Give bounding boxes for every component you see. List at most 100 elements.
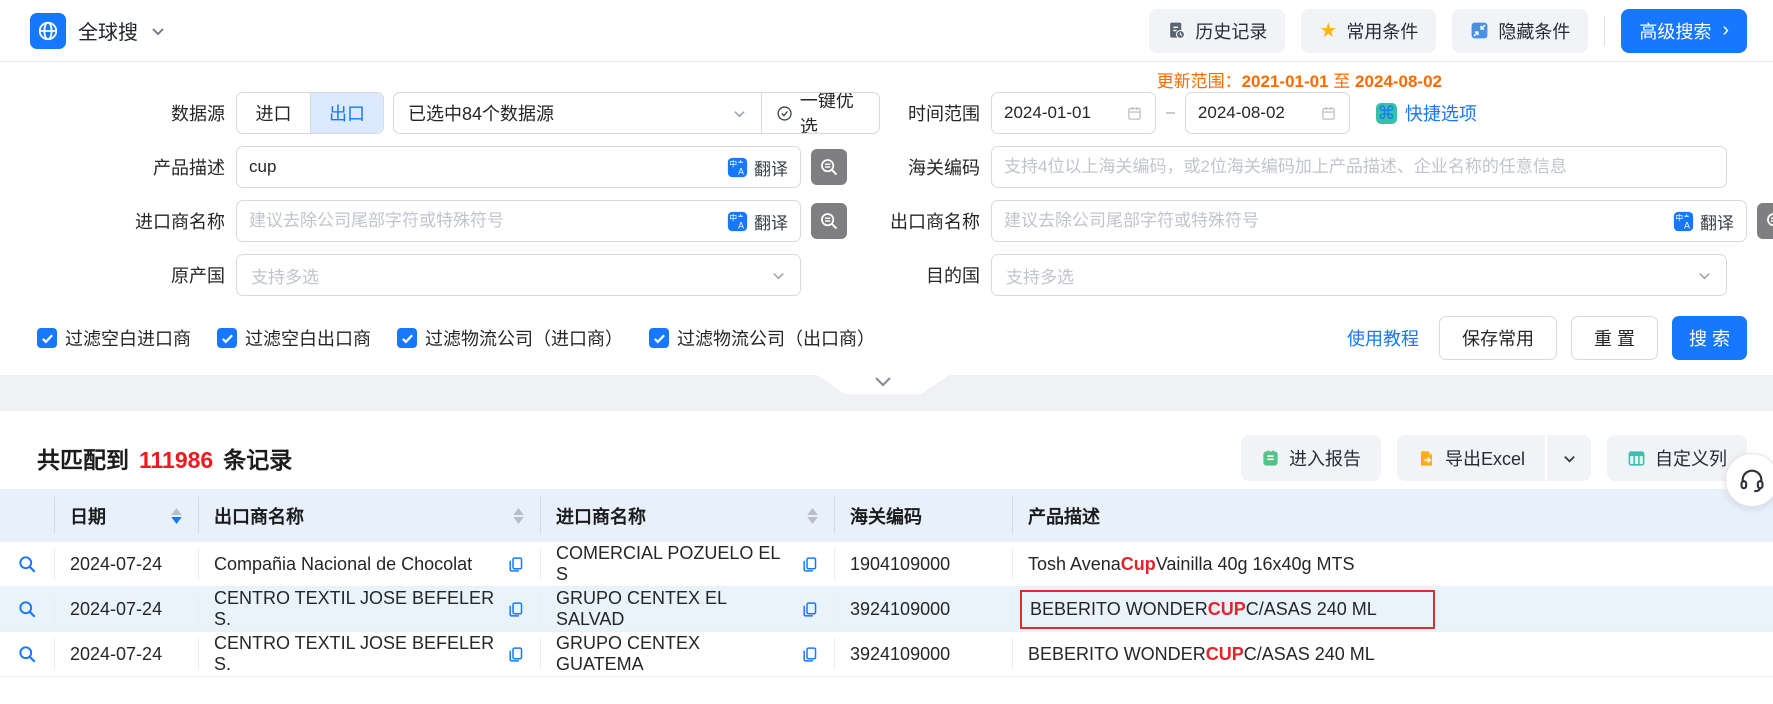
import-tab[interactable]: 进口 bbox=[237, 93, 310, 133]
importer-header-label: 进口商名称 bbox=[556, 503, 646, 529]
app-title: 全球搜 bbox=[78, 16, 138, 45]
customer-service-fab[interactable] bbox=[1725, 453, 1773, 507]
sort-toggle[interactable] bbox=[513, 508, 524, 524]
importer-cell: COMERCIAL POZUELO EL S bbox=[540, 542, 834, 586]
copy-icon bbox=[801, 646, 818, 663]
save-favorite-button[interactable]: 保存常用 bbox=[1439, 316, 1557, 360]
copy-button[interactable] bbox=[497, 601, 524, 618]
translate-button[interactable]: 中A 翻译 bbox=[727, 209, 788, 234]
update-range-to: 至 bbox=[1333, 72, 1350, 91]
copy-button[interactable] bbox=[791, 646, 818, 663]
chevron-down-icon bbox=[1697, 268, 1712, 283]
table-row: 2024-07-24CENTRO TEXTIL JOSE BEFELER S.G… bbox=[0, 587, 1773, 632]
sort-toggle[interactable] bbox=[171, 508, 182, 524]
sort-toggle[interactable] bbox=[807, 508, 818, 524]
checkbox-checked-icon[interactable] bbox=[217, 328, 237, 348]
datasource-group: 已选中84个数据源 一键优选 bbox=[393, 92, 880, 134]
advanced-search-button[interactable]: 高级搜索 › bbox=[1621, 9, 1747, 53]
columns-icon bbox=[1627, 449, 1646, 468]
copy-button[interactable] bbox=[497, 646, 524, 663]
export-tab[interactable]: 出口 bbox=[310, 93, 383, 133]
topbar-divider bbox=[1604, 16, 1605, 46]
tutorial-link[interactable]: 使用教程 bbox=[1347, 325, 1419, 351]
star-icon: ★ bbox=[1319, 21, 1337, 41]
copy-button[interactable] bbox=[791, 601, 818, 618]
quick-options-button[interactable]: ⌘ 快捷选项 bbox=[1376, 100, 1477, 126]
copy-icon bbox=[507, 646, 524, 663]
export-excel-button[interactable]: 导出Excel bbox=[1397, 435, 1545, 481]
checkbox-checked-icon[interactable] bbox=[37, 328, 57, 348]
hscode-input[interactable] bbox=[1004, 157, 1714, 177]
exact-match-icon-button[interactable] bbox=[1757, 203, 1773, 239]
row-detail-button[interactable] bbox=[0, 587, 54, 631]
search-button[interactable]: 搜 索 bbox=[1672, 316, 1747, 360]
row-detail-button[interactable] bbox=[0, 632, 54, 676]
importer-field: 中A 翻译 bbox=[236, 200, 801, 242]
destination-country-select[interactable]: 支持多选 bbox=[991, 254, 1727, 296]
copy-button[interactable] bbox=[497, 556, 524, 573]
search-equal-icon bbox=[1764, 210, 1773, 232]
origin-country-select[interactable]: 支持多选 bbox=[236, 254, 801, 296]
filter-checkbox-3[interactable]: 过滤物流公司（出口商） bbox=[649, 325, 875, 351]
end-date-input[interactable]: 2024-08-02 bbox=[1185, 92, 1350, 134]
importer-column-header[interactable]: 进口商名称 bbox=[540, 489, 834, 542]
sort-desc-icon-active bbox=[171, 517, 182, 524]
filter-checkbox-2[interactable]: 过滤物流公司（进口商） bbox=[397, 325, 623, 351]
reset-button[interactable]: 重 置 bbox=[1571, 316, 1658, 360]
start-date-value: 2024-01-01 bbox=[1004, 103, 1091, 123]
product-desc-header-label: 产品描述 bbox=[1028, 503, 1100, 529]
importer-input[interactable] bbox=[249, 211, 727, 231]
count-suffix: 条记录 bbox=[223, 441, 292, 475]
calendar-icon bbox=[1126, 105, 1143, 122]
form-grid: 数据源 进口 出口 已选中84个数据源 一键优选 bbox=[0, 91, 1773, 297]
annotation-red-box: BEBERITO WONDER CUP C/ASAS 240 ML bbox=[1020, 590, 1435, 629]
export-excel-label: 导出Excel bbox=[1445, 445, 1525, 471]
datasource-select[interactable]: 已选中84个数据源 bbox=[394, 93, 761, 133]
app-brand[interactable]: 全球搜 bbox=[30, 13, 166, 49]
exact-match-icon-button[interactable] bbox=[811, 203, 847, 239]
headset-icon bbox=[1738, 466, 1766, 494]
translate-button[interactable]: 中A 翻译 bbox=[1673, 209, 1734, 234]
svg-text:A: A bbox=[738, 220, 744, 230]
sort-desc-icon bbox=[513, 517, 524, 524]
sort-asc-icon bbox=[807, 508, 818, 515]
translate-label: 翻译 bbox=[754, 155, 788, 180]
filter-checkboxes: 过滤空白进口商过滤空白出口商过滤物流公司（进口商） 过滤物流公司（出口商） bbox=[37, 325, 875, 351]
enter-report-button[interactable]: 进入报告 bbox=[1241, 435, 1381, 481]
history-button[interactable]: 历史记录 bbox=[1149, 9, 1285, 53]
hscode-cell: 1904109000 bbox=[834, 542, 1012, 586]
row-detail-button[interactable] bbox=[0, 542, 54, 586]
one-click-optimize-button[interactable]: 一键优选 bbox=[761, 93, 879, 133]
one-click-label: 一键优选 bbox=[800, 92, 865, 134]
history-label: 历史记录 bbox=[1195, 18, 1267, 44]
chevron-down-icon bbox=[872, 375, 894, 389]
copy-icon bbox=[507, 601, 524, 618]
export-options-caret[interactable] bbox=[1545, 435, 1591, 481]
custom-columns-label: 自定义列 bbox=[1655, 445, 1727, 471]
export-excel-group: 导出Excel bbox=[1397, 435, 1591, 481]
origin-country-label: 原产国 bbox=[0, 262, 225, 288]
date-column-header[interactable]: 日期 bbox=[54, 489, 198, 542]
results-table: 日期 出口商名称 进口商名称 bbox=[0, 489, 1773, 677]
hide-conditions-button[interactable]: 隐藏条件 bbox=[1452, 9, 1588, 53]
filter-checkbox-0[interactable]: 过滤空白进口商 bbox=[37, 325, 191, 351]
start-date-input[interactable]: 2024-01-01 bbox=[991, 92, 1156, 134]
translate-label: 翻译 bbox=[754, 209, 788, 234]
sort-asc-icon bbox=[513, 508, 524, 515]
exporter-column-header[interactable]: 出口商名称 bbox=[198, 489, 540, 542]
collapse-form-toggle[interactable] bbox=[817, 375, 949, 394]
date-range-dash: – bbox=[1166, 104, 1175, 122]
favorite-conditions-button[interactable]: ★ 常用条件 bbox=[1301, 9, 1436, 53]
copy-icon bbox=[801, 601, 818, 618]
globe-logo-icon bbox=[30, 13, 66, 49]
favorite-label: 常用条件 bbox=[1346, 18, 1418, 44]
copy-button[interactable] bbox=[791, 556, 818, 573]
product-desc-input[interactable] bbox=[249, 157, 727, 177]
exact-match-icon-button[interactable] bbox=[811, 149, 847, 185]
origin-placeholder: 支持多选 bbox=[251, 263, 319, 288]
exporter-input[interactable] bbox=[1004, 211, 1673, 231]
checkbox-checked-icon[interactable] bbox=[649, 328, 669, 348]
filter-checkbox-1[interactable]: 过滤空白出口商 bbox=[217, 325, 371, 351]
checkbox-checked-icon[interactable] bbox=[397, 328, 417, 348]
translate-button[interactable]: 中A 翻译 bbox=[727, 155, 788, 180]
